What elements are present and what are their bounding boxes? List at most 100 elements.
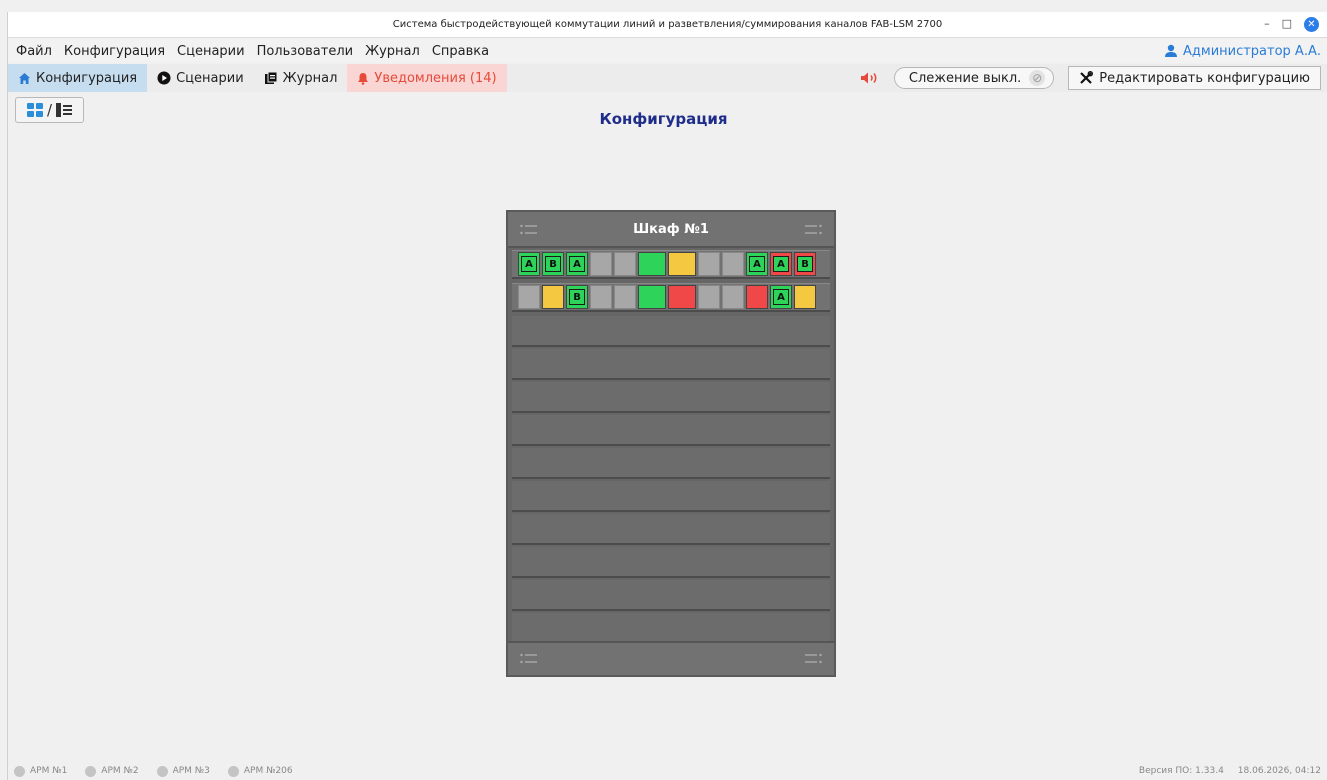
cabinet-title: Шкаф №1 xyxy=(633,221,709,237)
toolbar: Конфигурация Сценарии Журнал Уведомления… xyxy=(8,64,1327,92)
tab-notifications[interactable]: Уведомления (14) xyxy=(347,64,507,92)
workstation-status-dot xyxy=(85,765,97,777)
workstation-indicator: АРМ №2 xyxy=(85,765,139,777)
module-slot[interactable]: A xyxy=(770,285,792,309)
tab-scenarios-label: Сценарии xyxy=(176,70,244,86)
module-slot[interactable] xyxy=(746,285,768,309)
module-port-label: B xyxy=(797,256,813,272)
rack-menu-icon xyxy=(520,653,537,664)
module-slot[interactable] xyxy=(590,285,612,309)
rack-unit-empty[interactable] xyxy=(512,415,830,446)
tab-configuration[interactable]: Конфигурация xyxy=(8,64,148,92)
workstation-status-dot xyxy=(227,765,239,777)
eye-off-icon: ⊘ xyxy=(1029,70,1046,86)
rack-unit-empty[interactable] xyxy=(512,613,830,644)
module-slot[interactable]: B xyxy=(542,252,564,276)
workstation-indicator: АРМ №1 xyxy=(14,765,68,777)
status-info: Версия ПО: 1.33.4 18.06.2026, 04:12 xyxy=(1139,766,1327,776)
rack-unit-modules: BA xyxy=(512,283,830,312)
module-port-label: B xyxy=(545,256,561,272)
module-slot[interactable] xyxy=(638,285,666,309)
module-slot[interactable]: A xyxy=(746,252,768,276)
tools-icon xyxy=(1080,71,1094,84)
module-port-label: A xyxy=(773,256,789,272)
cabinet-footer xyxy=(508,641,834,675)
user-icon xyxy=(1165,44,1177,57)
menu-users[interactable]: Пользователи xyxy=(251,44,360,59)
workstation-label: АРМ №206 xyxy=(243,766,293,776)
tab-journal-label: Журнал xyxy=(282,70,338,86)
journal-icon xyxy=(264,71,278,84)
module-slot[interactable]: B xyxy=(566,285,588,309)
maximize-button[interactable]: □ xyxy=(1282,16,1292,32)
module-slot[interactable] xyxy=(614,285,636,309)
rack-unit-empty[interactable] xyxy=(512,580,830,611)
module-port-label: A xyxy=(521,256,537,272)
rack-unit-modules: ABAAAB xyxy=(512,250,830,279)
menu-configuration[interactable]: Конфигурация xyxy=(58,44,171,59)
rack-unit-empty[interactable] xyxy=(512,448,830,479)
tab-scenarios[interactable]: Сценарии xyxy=(147,64,254,92)
menu-file[interactable]: Файл xyxy=(8,44,58,59)
module-slot[interactable] xyxy=(638,252,666,276)
rack-unit-empty[interactable] xyxy=(512,514,830,545)
module-slot[interactable] xyxy=(698,252,720,276)
play-icon xyxy=(157,71,171,85)
workstation-label: АРМ №1 xyxy=(30,766,68,776)
module-slot[interactable] xyxy=(698,285,720,309)
menu-journal[interactable]: Журнал xyxy=(359,44,426,59)
window-title: Система быстродействующей коммутации лин… xyxy=(392,19,943,30)
window-titlebar: Система быстродействующей коммутации лин… xyxy=(8,12,1327,38)
rack-unit-empty[interactable] xyxy=(512,349,830,380)
tab-notifications-label: Уведомления (14) xyxy=(374,70,497,86)
module-slot[interactable] xyxy=(794,285,816,309)
statusbar: АРМ №1 АРМ №2 АРМ №3 АРМ №206 Версия ПО:… xyxy=(8,762,1327,780)
module-slot[interactable]: A xyxy=(566,252,588,276)
menu-scenarios[interactable]: Сценарии xyxy=(171,44,251,59)
software-version: Версия ПО: 1.33.4 xyxy=(1138,766,1224,776)
user-name: Администратор А.А. xyxy=(1183,43,1321,59)
rack-unit-empty[interactable] xyxy=(512,547,830,578)
module-slot[interactable] xyxy=(542,285,564,309)
rack-unit-empty[interactable] xyxy=(512,382,830,413)
rack-menu-icon xyxy=(805,653,822,664)
rack-menu-icon xyxy=(805,224,822,235)
module-port-label: A xyxy=(569,256,585,272)
cabinet-header: Шкаф №1 xyxy=(508,212,834,248)
module-slot[interactable] xyxy=(668,285,696,309)
page-title: Конфигурация xyxy=(599,110,728,128)
module-slot[interactable] xyxy=(722,285,744,309)
module-slot[interactable]: B xyxy=(794,252,816,276)
workstation-status-dot xyxy=(156,765,168,777)
rack-unit-empty[interactable] xyxy=(512,481,830,512)
tab-configuration-label: Конфигурация xyxy=(36,70,138,86)
menu-help[interactable]: Справка xyxy=(426,44,495,59)
tab-journal[interactable]: Журнал xyxy=(254,64,348,92)
close-button[interactable]: ✕ xyxy=(1304,16,1319,32)
window-controls: – □ ✕ xyxy=(1264,16,1319,32)
rack-menu-icon xyxy=(520,224,537,235)
module-slot[interactable] xyxy=(668,252,696,276)
workstation-label: АРМ №3 xyxy=(172,766,210,776)
module-slot[interactable] xyxy=(722,252,744,276)
module-port-label: B xyxy=(569,289,585,305)
tracking-toggle-button[interactable]: Слежение выкл. ⊘ xyxy=(893,67,1055,89)
module-slot[interactable] xyxy=(614,252,636,276)
workstation-status-dot xyxy=(14,765,25,777)
module-port-label: A xyxy=(773,289,789,305)
current-user[interactable]: Администратор А.А. xyxy=(1164,44,1327,59)
rack-unit-empty[interactable] xyxy=(512,316,830,347)
module-slot[interactable] xyxy=(590,252,612,276)
module-slot[interactable] xyxy=(518,285,540,309)
menubar: Файл Конфигурация Сценарии Пользователи … xyxy=(8,39,1327,63)
minimize-button[interactable]: – xyxy=(1264,16,1270,32)
tracking-label: Слежение выкл. xyxy=(908,70,1022,86)
module-slot[interactable]: A xyxy=(770,252,792,276)
workstation-indicator: АРМ №3 xyxy=(156,765,210,777)
edit-configuration-button[interactable]: Редактировать конфигурацию xyxy=(1068,66,1321,90)
sound-icon[interactable] xyxy=(860,71,880,85)
cabinet[interactable]: Шкаф №1 ABAAABBA xyxy=(506,210,836,677)
edit-configuration-label: Редактировать конфигурацию xyxy=(1099,70,1310,86)
module-slot[interactable]: A xyxy=(518,252,540,276)
bell-icon xyxy=(358,72,369,85)
